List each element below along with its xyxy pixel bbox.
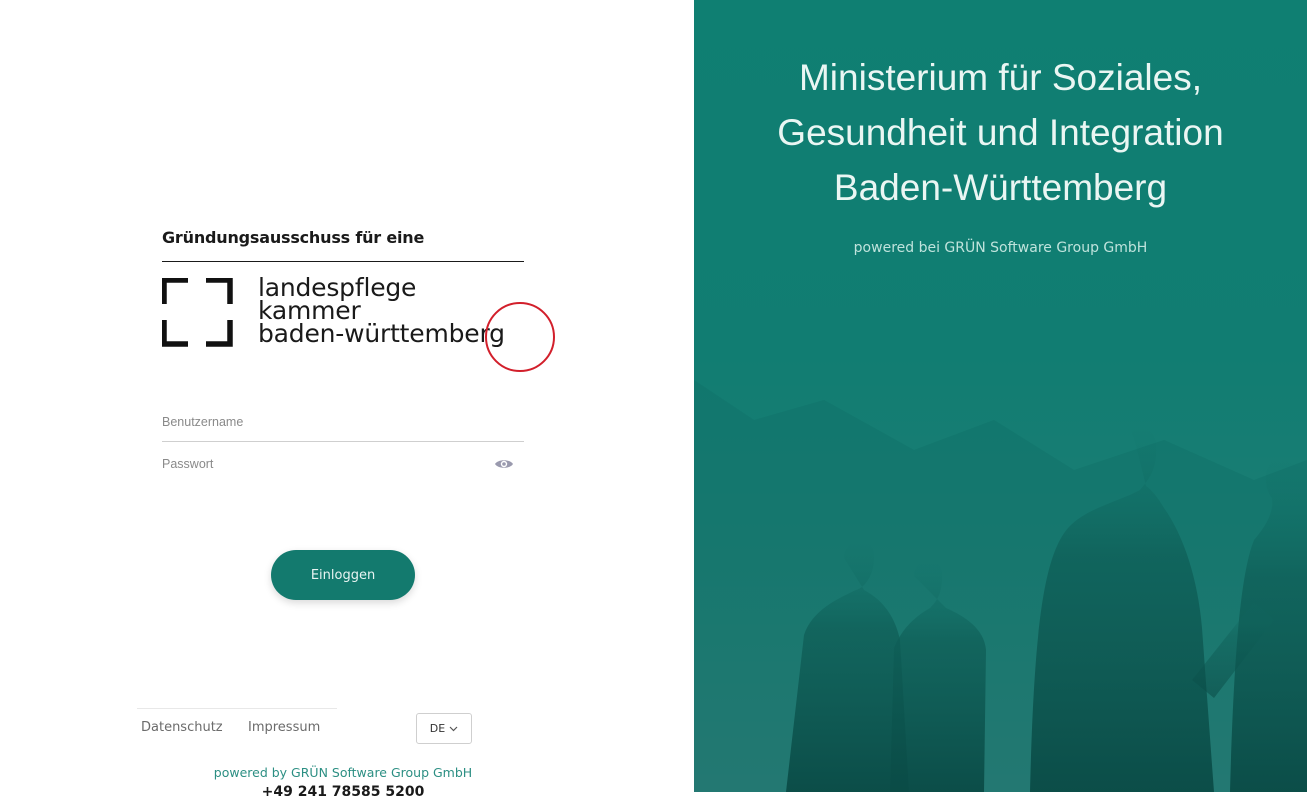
privacy-link[interactable]: Datenschutz <box>141 720 223 735</box>
language-value: DE <box>429 722 446 735</box>
imprint-link[interactable]: Impressum <box>248 720 320 735</box>
password-field[interactable] <box>162 444 524 484</box>
ministry-title-line-3: Baden-Württemberg <box>833 167 1168 208</box>
brand-frame-icon <box>162 278 233 347</box>
login-button[interactable]: Einloggen <box>271 550 415 600</box>
ministry-title-line-2: Gesundheit und Integration <box>777 112 1224 153</box>
language-select[interactable]: DE <box>416 713 472 744</box>
hero-panel: Ministerium für Soziales, Gesundheit und… <box>694 0 1307 792</box>
eye-icon[interactable] <box>494 457 514 471</box>
annotation-circle <box>485 302 555 372</box>
ministry-title-line-1: Ministerium für Soziales, <box>798 57 1202 98</box>
username-input[interactable] <box>162 402 524 441</box>
hero-powered-text: powered bei GRÜN Software Group GmbH <box>853 240 1148 256</box>
login-panel: Gründungsausschuss für eine landespflege… <box>0 0 694 800</box>
business-people-silhouette-image <box>694 380 1307 792</box>
powered-by-text: powered by GRÜN Software Group GmbH <box>213 765 473 780</box>
phone-number: +49 241 78585 5200 <box>261 784 425 800</box>
ministry-title: Ministerium für Soziales, Gesundheit und… <box>694 50 1307 215</box>
chevron-down-icon <box>449 726 458 731</box>
org-heading: Gründungsausschuss für eine <box>162 226 524 262</box>
password-input[interactable] <box>162 444 524 484</box>
footer-divider <box>137 708 337 709</box>
username-field[interactable] <box>162 402 524 442</box>
